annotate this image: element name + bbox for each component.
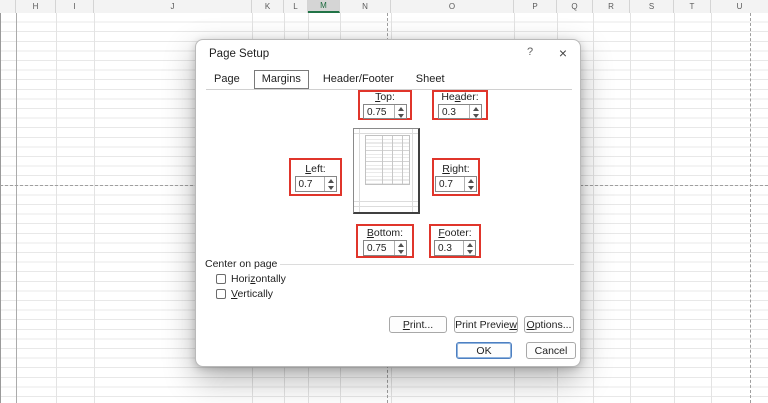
top-margin-highlight-box: Top: 0.75	[358, 90, 412, 120]
column-header-m-selected[interactable]: M	[308, 0, 340, 13]
column-header-i[interactable]: I	[56, 0, 94, 13]
left-margin-input[interactable]: 0.7	[296, 177, 324, 191]
bottom-margin-label: Bottom:	[366, 226, 404, 239]
grid-vline	[94, 13, 95, 403]
horizontally-label: Horizontally	[231, 273, 286, 285]
grid-vline	[630, 13, 631, 403]
left-margin-spinner: 0.7	[294, 175, 337, 192]
spin-down-icon[interactable]	[465, 184, 476, 191]
grid-vline	[16, 13, 17, 403]
tab-margins[interactable]: Margins	[253, 70, 309, 89]
column-header-partial[interactable]	[0, 0, 16, 13]
preview-table-grid	[365, 135, 410, 185]
spin-up-icon[interactable]	[465, 177, 476, 184]
top-margin-spinner: 0.75	[363, 104, 407, 119]
bottom-margin-input[interactable]: 0.75	[364, 241, 394, 255]
spin-up-icon[interactable]	[325, 177, 336, 184]
page-setup-dialog: Page Setup ? × Page Margins Header/Foote…	[195, 39, 581, 367]
column-headers: H I J K L M N O P Q R S T U	[0, 0, 768, 13]
spin-buttons	[394, 105, 406, 118]
bottom-margin-spinner: 0.75	[363, 239, 407, 256]
spin-down-icon[interactable]	[395, 112, 406, 119]
spin-up-icon[interactable]	[464, 241, 475, 248]
header-margin-input[interactable]: 0.3	[439, 105, 469, 118]
tab-page[interactable]: Page	[206, 70, 248, 89]
vertically-label: Vertically	[231, 288, 274, 300]
horizontally-option[interactable]: Horizontally	[216, 273, 286, 285]
grid-vline	[593, 13, 594, 403]
right-margin-highlight-box: Right: 0.7	[432, 158, 480, 196]
spin-down-icon[interactable]	[325, 184, 336, 191]
column-header-s[interactable]: S	[630, 0, 674, 13]
header-margin-highlight-box: Header: 0.3	[432, 90, 488, 120]
header-margin-spinner: 0.3	[438, 104, 482, 119]
bottom-margin-highlight-box: Bottom: 0.75	[356, 224, 414, 258]
column-header-u[interactable]: U	[711, 0, 768, 13]
column-header-j[interactable]: J	[94, 0, 252, 13]
column-header-r[interactable]: R	[593, 0, 630, 13]
print-button[interactable]: Print...	[389, 316, 447, 333]
preview-margin-guide	[359, 129, 360, 212]
horizontally-checkbox[interactable]	[216, 274, 226, 284]
dialog-title: Page Setup	[209, 48, 270, 60]
tab-bar: Page Margins Header/Footer Sheet	[206, 70, 453, 89]
column-header-q[interactable]: Q	[557, 0, 593, 13]
close-icon[interactable]: ×	[554, 44, 572, 62]
footer-margin-label: Footer:	[438, 226, 472, 239]
tab-header-footer[interactable]: Header/Footer	[315, 70, 402, 89]
column-header-t[interactable]: T	[674, 0, 711, 13]
column-header-k[interactable]: K	[252, 0, 284, 13]
left-margin-label: Left:	[305, 162, 326, 175]
right-margin-spinner: 0.7	[435, 175, 477, 192]
cancel-button[interactable]: Cancel	[526, 342, 576, 359]
footer-margin-input[interactable]: 0.3	[435, 241, 463, 255]
column-header-l[interactable]: L	[284, 0, 308, 13]
column-header-n[interactable]: N	[340, 0, 391, 13]
spin-down-icon[interactable]	[464, 248, 475, 255]
vertically-option[interactable]: Vertically	[216, 288, 273, 300]
preview-margin-guide	[354, 201, 418, 202]
spin-buttons	[394, 240, 406, 255]
group-divider	[280, 264, 574, 265]
spin-down-icon[interactable]	[395, 248, 406, 255]
top-margin-label: Top:	[375, 91, 395, 103]
grid-vline	[56, 13, 57, 403]
header-margin-label: Header:	[441, 91, 479, 103]
options-button[interactable]: Options...	[524, 316, 574, 333]
left-margin-highlight-box: Left: 0.7	[289, 158, 342, 196]
spin-buttons	[323, 176, 336, 191]
column-header-h[interactable]: H	[16, 0, 56, 13]
grid-vline	[711, 13, 712, 403]
center-on-page-label: Center on page	[205, 258, 278, 270]
footer-margin-spinner: 0.3	[434, 239, 476, 256]
spin-buttons	[463, 240, 475, 255]
window-edge	[0, 0, 1, 403]
column-header-p[interactable]: P	[514, 0, 557, 13]
spin-down-icon[interactable]	[470, 112, 481, 119]
preview-margin-guide	[354, 206, 418, 207]
help-icon[interactable]: ?	[522, 46, 538, 62]
right-margin-label: Right:	[442, 162, 470, 175]
ok-button[interactable]: OK	[456, 342, 512, 359]
spin-up-icon[interactable]	[395, 241, 406, 248]
spin-buttons	[464, 176, 476, 191]
vertically-checkbox[interactable]	[216, 289, 226, 299]
page-preview	[353, 128, 420, 214]
top-margin-input[interactable]: 0.75	[364, 105, 394, 118]
tab-sheet[interactable]: Sheet	[408, 70, 453, 89]
grid-vline	[674, 13, 675, 403]
page-break-vline	[750, 13, 751, 403]
right-margin-input[interactable]: 0.7	[436, 177, 464, 191]
preview-margin-guide	[412, 129, 413, 212]
preview-margin-guide	[354, 133, 418, 134]
spin-buttons	[469, 105, 481, 118]
footer-margin-highlight-box: Footer: 0.3	[429, 224, 481, 258]
column-header-o[interactable]: O	[391, 0, 514, 13]
print-preview-button[interactable]: Print Preview	[454, 316, 518, 333]
